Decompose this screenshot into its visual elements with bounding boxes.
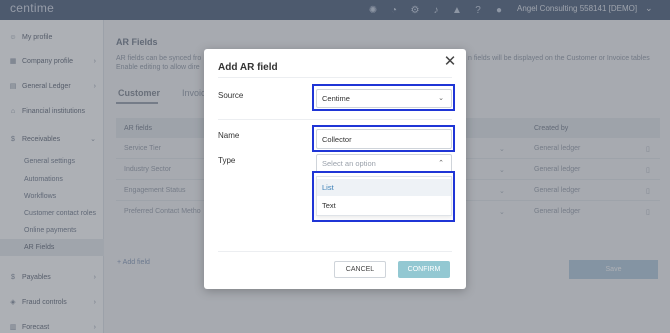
divider <box>218 77 452 78</box>
highlight-box-options <box>312 171 455 222</box>
highlight-box-name <box>312 125 455 152</box>
source-label: Source <box>218 91 244 100</box>
cancel-button[interactable]: CANCEL <box>334 261 386 278</box>
type-placeholder: Select an option <box>322 159 376 168</box>
dialog-title: Add AR field <box>218 62 278 73</box>
confirm-button[interactable]: CONFIRM <box>398 261 450 278</box>
divider <box>218 119 452 120</box>
name-label: Name <box>218 131 240 140</box>
highlight-box-source <box>312 84 455 111</box>
chevron-up-icon: ⌃ <box>438 160 444 167</box>
divider <box>218 251 452 252</box>
close-icon[interactable]: ✕ <box>442 54 458 70</box>
type-label: Type <box>218 156 236 165</box>
